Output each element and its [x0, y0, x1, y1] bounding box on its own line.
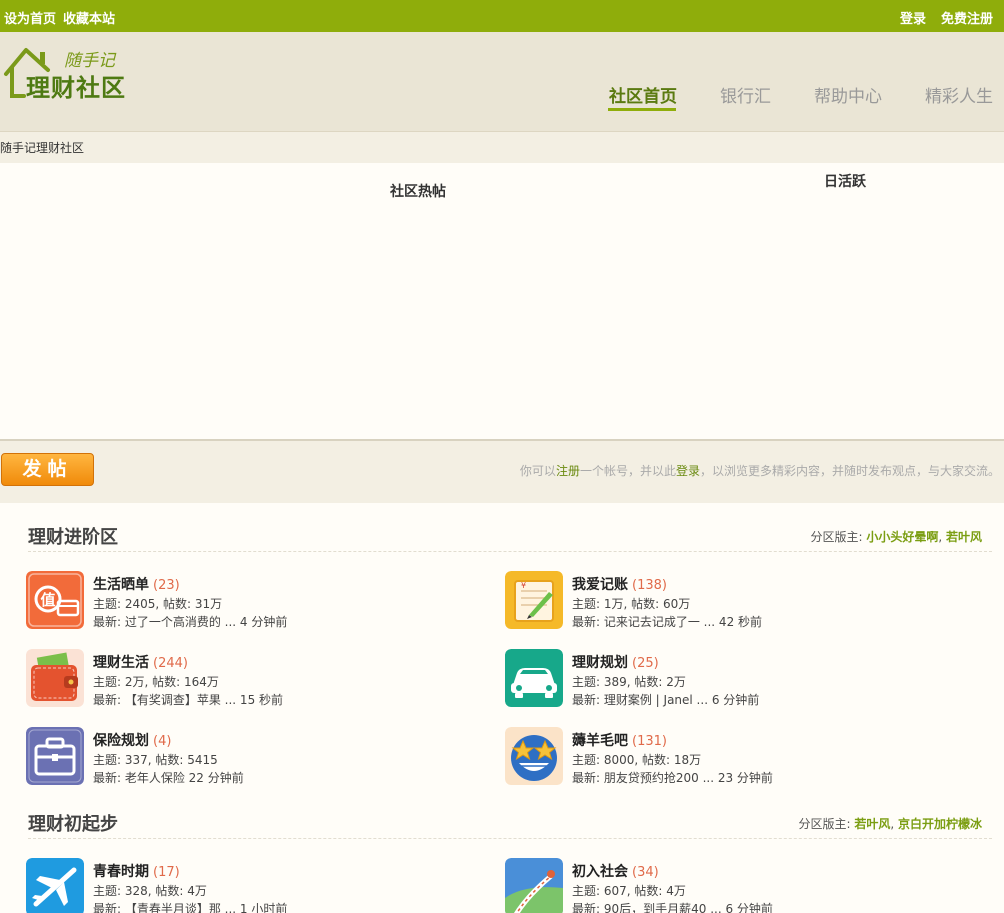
moderators-separator: , — [938, 530, 946, 544]
forum-latest-post[interactable]: 最新: 90后，到手月薪40 ... 6 分钟前 — [572, 900, 773, 913]
section-divider — [28, 551, 992, 552]
forum-name-text[interactable]: 薅羊毛吧 — [572, 733, 628, 749]
forum-name-text[interactable]: 保险规划 — [93, 733, 149, 749]
forum-name[interactable]: 薅羊毛吧 (131) — [572, 730, 667, 750]
forum-stats: 主题: 1万, 帖数: 60万 — [572, 597, 691, 611]
notice-text: ，以浏览更多精彩内容，并随时发布观点，与大家交流。 — [699, 464, 1000, 478]
forum-item[interactable]: 保险规划 (4) 主题: 337, 帖数: 5415 最新: 老年人保险 22 分… — [26, 727, 446, 787]
forum-stats: 主题: 337, 帖数: 5415 — [93, 753, 218, 767]
notice-text: 一个帐号，并以此 — [579, 464, 676, 478]
forum-name-text[interactable]: 理财生活 — [93, 655, 149, 671]
forum-item[interactable]: 薅羊毛吧 (131) 主题: 8000, 帖数: 18万 最新: 朋友贷预约抢20… — [505, 727, 925, 787]
section-title-advanced: 理财进阶区 — [28, 527, 118, 548]
section-divider — [28, 838, 992, 839]
login-link[interactable]: 登录 — [900, 8, 926, 27]
top-bar: 设为首页 收藏本站 登录 免费注册 — [0, 0, 1004, 32]
moderator-link[interactable]: 京白开加柠檬冰 — [898, 817, 982, 831]
forum-name-text[interactable]: 青春时期 — [93, 864, 149, 880]
post-bar: 发帖 你可以注册一个帐号，并以此登录，以浏览更多精彩内容，并随时发布观点，与大家… — [0, 443, 1004, 501]
forum-today-count: (17) — [153, 865, 180, 880]
forum-name[interactable]: 保险规划 (4) — [93, 730, 171, 750]
moderators-separator: , — [890, 817, 898, 831]
forum-name[interactable]: 理财规划 (25) — [572, 652, 659, 672]
forum-name-text[interactable]: 我爱记账 — [572, 577, 628, 593]
forum-name-text[interactable]: 理财规划 — [572, 655, 628, 671]
forum-name-text[interactable]: 初入社会 — [572, 864, 628, 880]
set-homepage-link[interactable]: 设为首页 — [4, 8, 56, 27]
svg-text:值: 值 — [40, 591, 55, 609]
car-icon[interactable] — [505, 649, 563, 707]
forum-name[interactable]: 生活晒单 (23) — [93, 574, 180, 594]
map-route-icon[interactable] — [505, 858, 563, 913]
nav-bank[interactable]: 银行汇 — [720, 82, 771, 107]
briefcase-icon[interactable] — [26, 727, 84, 785]
notebook-pencil-icon[interactable]: ¥ — [505, 571, 563, 629]
forum-stats: 主题: 2万, 帖数: 164万 — [93, 675, 219, 689]
moderators-label: 分区版主: — [798, 817, 855, 831]
forum-stats: 主题: 328, 帖数: 4万 — [93, 884, 207, 898]
forum-item[interactable]: 理财生活 (244) 主题: 2万, 帖数: 164万 最新: 【有奖调查】苹果 … — [26, 649, 446, 709]
new-post-button[interactable]: 发帖 — [1, 453, 94, 486]
section-title-beginner: 理财初起步 — [28, 814, 118, 835]
forum-today-count: (25) — [632, 656, 659, 671]
forum-item[interactable]: 值 生活晒单 (23) 主题: 2405, 帖数: 31万 最新: 过了一个高消费… — [26, 571, 446, 631]
forum-name-text[interactable]: 生活晒单 — [93, 577, 149, 593]
forum-today-count: (244) — [153, 656, 188, 671]
notice-login-link[interactable]: 登录 — [676, 464, 700, 478]
forum-name[interactable]: 理财生活 (244) — [93, 652, 188, 672]
header: 随手记 理财社区 社区首页 银行汇 帮助中心 精彩人生 — [0, 32, 1004, 132]
forum-stats: 主题: 607, 帖数: 4万 — [572, 884, 686, 898]
forum-item[interactable]: ¥ 我爱记账 (138) 主题: 1万, 帖数: 60万 最新: 记来记去记成了一… — [505, 571, 925, 631]
bookmark-link[interactable]: 收藏本站 — [63, 8, 115, 27]
notice-text: 你可以 — [519, 464, 556, 478]
guest-notice: 你可以注册一个帐号，并以此登录，以浏览更多精彩内容，并随时发布观点，与大家交流。 — [520, 462, 1000, 479]
forum-today-count: (23) — [153, 578, 180, 593]
logo-main-text: 理财社区 — [26, 74, 126, 102]
moderators-label: 分区版主: — [810, 530, 867, 544]
section-moderators: 分区版主: 小小头好晕啊, 若叶风 — [810, 528, 982, 545]
forum-latest-post[interactable]: 最新: 老年人保险 22 分钟前 — [93, 769, 244, 786]
forum-today-count: (4) — [153, 734, 172, 749]
forum-today-count: (131) — [632, 734, 667, 749]
notice-register-link[interactable]: 注册 — [556, 464, 580, 478]
nav-community-home[interactable]: 社区首页 — [609, 82, 677, 107]
forum-today-count: (138) — [632, 578, 667, 593]
nav-wonderful-life[interactable]: 精彩人生 — [925, 82, 993, 107]
forum-content: 理财进阶区 分区版主: 小小头好晕啊, 若叶风 值 生活晒单 (23) 主题: 2… — [0, 503, 1004, 913]
forum-name[interactable]: 我爱记账 (138) — [572, 574, 667, 594]
nav-help-center[interactable]: 帮助中心 — [814, 82, 882, 107]
forum-latest-post[interactable]: 最新: 【青春半月谈】那 ... 1 小时前 — [93, 900, 287, 913]
forum-latest-post[interactable]: 最新: 理财案例 | Janel ... 6 分钟前 — [572, 691, 759, 708]
forum-stats: 主题: 8000, 帖数: 18万 — [572, 753, 702, 767]
wallet-icon[interactable] — [26, 649, 84, 707]
moderator-link[interactable]: 若叶风 — [946, 530, 982, 544]
forum-latest-post[interactable]: 最新: 过了一个高消费的 ... 4 分钟前 — [93, 613, 287, 630]
hot-posts-title: 社区热帖 — [390, 184, 446, 200]
forum-today-count: (34) — [632, 865, 659, 880]
forum-item[interactable]: 理财规划 (25) 主题: 389, 帖数: 2万 最新: 理财案例 | Jane… — [505, 649, 925, 709]
section-moderators: 分区版主: 若叶风, 京白开加柠檬冰 — [798, 815, 982, 832]
forum-stats: 主题: 2405, 帖数: 31万 — [93, 597, 223, 611]
register-link[interactable]: 免费注册 — [941, 8, 993, 27]
forum-item[interactable]: 青春时期 (17) 主题: 328, 帖数: 4万 最新: 【青春半月谈】那 ..… — [26, 858, 446, 913]
forum-stats: 主题: 389, 帖数: 2万 — [572, 675, 686, 689]
hot-posts-panel: 社区热帖 日活跃 — [0, 163, 1004, 441]
forum-latest-post[interactable]: 最新: 【有奖调查】苹果 ... 15 秒前 — [93, 691, 283, 708]
moderator-link[interactable]: 若叶风 — [854, 817, 890, 831]
daily-active-title: 日活跃 — [824, 174, 866, 190]
forum-name[interactable]: 初入社会 (34) — [572, 861, 659, 881]
breadcrumb[interactable]: 随手记理财社区 — [0, 139, 84, 156]
airplane-icon[interactable] — [26, 858, 84, 913]
forum-latest-post[interactable]: 最新: 记来记去记成了一 ... 42 秒前 — [572, 613, 762, 630]
nav-active-indicator — [608, 108, 676, 111]
moderator-link[interactable]: 小小头好晕啊 — [866, 530, 938, 544]
star-eyes-face-icon[interactable] — [505, 727, 563, 785]
svg-text:¥: ¥ — [521, 581, 526, 590]
forum-name[interactable]: 青春时期 (17) — [93, 861, 180, 881]
price-tag-forum-icon[interactable]: 值 — [26, 571, 84, 629]
forum-latest-post[interactable]: 最新: 朋友贷预约抢200 ... 23 分钟前 — [572, 769, 773, 786]
site-logo[interactable]: 随手记 理财社区 — [2, 44, 132, 102]
forum-item[interactable]: 初入社会 (34) 主题: 607, 帖数: 4万 最新: 90后，到手月薪40 … — [505, 858, 925, 913]
